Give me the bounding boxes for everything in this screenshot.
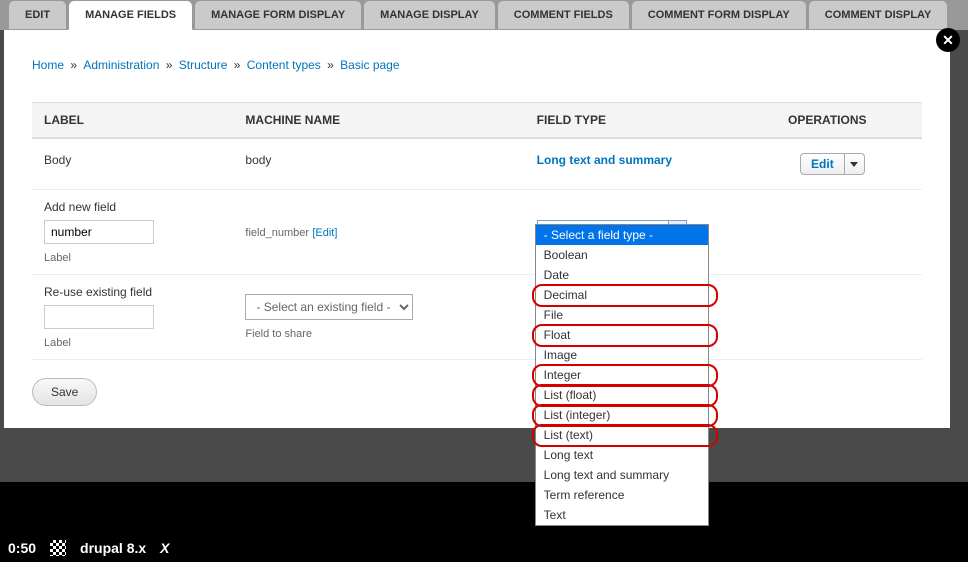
label-sublabel: Label <box>44 252 225 264</box>
table-row-body: Body body Long text and summary Edit <box>32 138 922 190</box>
breadcrumb-separator: » <box>162 58 175 72</box>
field-type-option[interactable]: Boolean <box>536 245 708 265</box>
table-row-add-field: Add new field Label field_number [Edit] … <box>32 190 922 275</box>
qr-icon[interactable] <box>50 540 66 556</box>
field-to-share-label: Field to share <box>245 328 516 340</box>
breadcrumb-separator: » <box>324 58 337 72</box>
field-type-option[interactable]: - Select a field type - <box>536 225 708 245</box>
reuse-field-heading: Re-use existing field <box>44 285 225 299</box>
field-type-option[interactable]: Long text and summary <box>536 465 708 485</box>
body-type-link[interactable]: Long text and summary <box>537 153 672 167</box>
col-field-type: FIELD TYPE <box>525 103 788 139</box>
field-type-option[interactable]: List (float) <box>536 385 708 405</box>
col-operations: OPERATIONS <box>788 103 922 139</box>
tab-manage-fields[interactable]: MANAGE FIELDS <box>68 0 193 30</box>
breadcrumb-link[interactable]: Content types <box>247 58 321 72</box>
breadcrumb-link[interactable]: Structure <box>179 58 228 72</box>
col-machine-name: MACHINE NAME <box>233 103 524 139</box>
field-type-option[interactable]: File <box>536 305 708 325</box>
body-machine: body <box>233 138 524 190</box>
field-type-option[interactable]: List (integer) <box>536 405 708 425</box>
breadcrumb-separator: » <box>67 58 80 72</box>
tab-comment-display[interactable]: COMMENT DISPLAY <box>808 0 949 30</box>
existing-field-select[interactable]: - Select an existing field - <box>245 294 413 320</box>
field-type-option[interactable]: Long text <box>536 445 708 465</box>
tab-edit[interactable]: EDIT <box>8 0 67 30</box>
edit-dropdown-toggle[interactable] <box>844 154 864 174</box>
manage-fields-panel: ✕ Home » Administration » Structure » Co… <box>4 30 950 428</box>
tab-comment-form-display[interactable]: COMMENT FORM DISPLAY <box>631 0 807 30</box>
field-type-dropdown: - Select a field type -BooleanDateDecima… <box>535 224 709 526</box>
save-button[interactable]: Save <box>32 378 97 406</box>
close-video-button[interactable]: X <box>160 540 169 556</box>
field-type-option[interactable]: List (text) <box>536 425 708 445</box>
new-field-label-input[interactable] <box>44 220 154 244</box>
playback-time: 0:50 <box>8 540 36 556</box>
label-sublabel: Label <box>44 337 225 349</box>
tab-manage-form-display[interactable]: MANAGE FORM DISPLAY <box>194 0 362 30</box>
col-label: LABEL <box>32 103 233 139</box>
video-title: drupal 8.x <box>80 540 146 556</box>
breadcrumb-link[interactable]: Basic page <box>340 58 399 72</box>
field-type-option[interactable]: Image <box>536 345 708 365</box>
tab-comment-fields[interactable]: COMMENT FIELDS <box>497 0 630 30</box>
reuse-field-label-input[interactable] <box>44 305 154 329</box>
edit-button-group: Edit <box>800 153 865 175</box>
video-controls-bar: 0:50 drupal 8.x X <box>0 534 968 562</box>
table-row-reuse-field: Re-use existing field Label - Select an … <box>32 275 922 360</box>
field-type-option[interactable]: Term reference <box>536 485 708 505</box>
breadcrumb-link[interactable]: Home <box>32 58 64 72</box>
tab-manage-display[interactable]: MANAGE DISPLAY <box>363 0 496 30</box>
field-type-option[interactable]: Text <box>536 505 708 525</box>
new-field-machine-name: field_number <box>245 227 309 239</box>
machine-name-edit-link[interactable]: [Edit] <box>312 227 337 239</box>
add-new-field-heading: Add new field <box>44 200 225 214</box>
chevron-down-icon <box>850 162 858 167</box>
close-icon[interactable]: ✕ <box>936 28 960 52</box>
edit-button[interactable]: Edit <box>801 154 844 174</box>
breadcrumb: Home » Administration » Structure » Cont… <box>32 48 922 102</box>
field-type-option[interactable]: Integer <box>536 365 708 385</box>
breadcrumb-link[interactable]: Administration <box>83 58 159 72</box>
breadcrumb-separator: » <box>230 58 243 72</box>
field-type-option[interactable]: Decimal <box>536 285 708 305</box>
body-label: Body <box>32 138 233 190</box>
tabs-bar: EDITMANAGE FIELDSMANAGE FORM DISPLAYMANA… <box>0 0 968 30</box>
field-type-option[interactable]: Float <box>536 325 708 345</box>
field-type-option[interactable]: Date <box>536 265 708 285</box>
fields-table: LABEL MACHINE NAME FIELD TYPE OPERATIONS… <box>32 102 922 360</box>
